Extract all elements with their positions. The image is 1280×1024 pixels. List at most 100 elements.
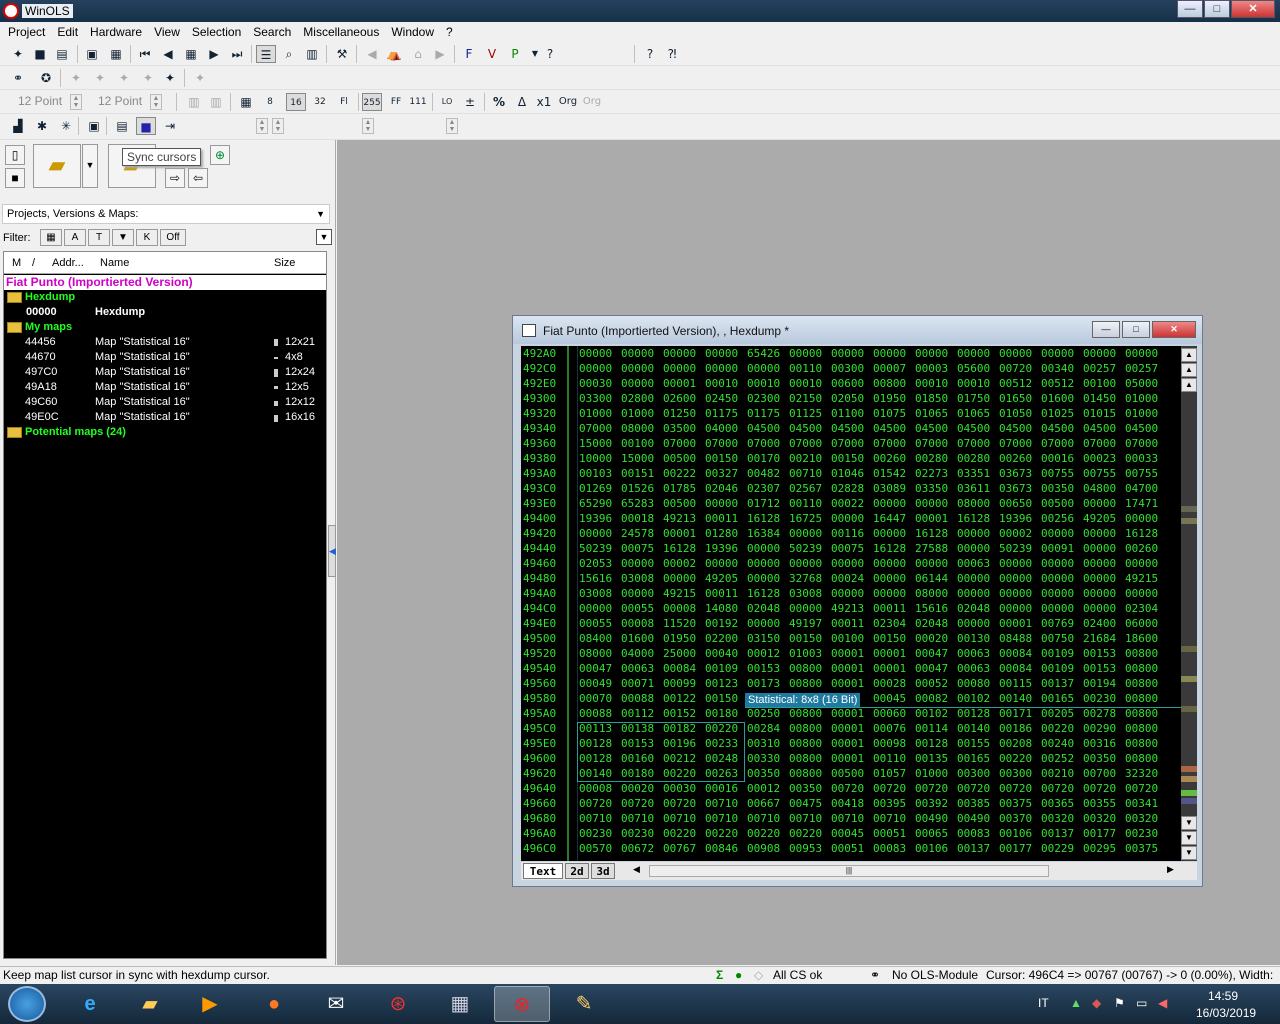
hex-value[interactable]: 25000 <box>663 646 696 661</box>
hex-value[interactable]: 49197 <box>789 616 822 631</box>
hex-value[interactable]: 01046 <box>831 466 864 481</box>
hex-value[interactable]: 02828 <box>831 481 864 496</box>
next-map-icon[interactable]: ▶ <box>204 45 224 63</box>
hex-value[interactable]: 00280 <box>957 451 990 466</box>
hex-value[interactable]: 00128 <box>957 706 990 721</box>
hex-value[interactable]: 00170 <box>747 451 780 466</box>
hex-value[interactable]: 01542 <box>873 466 906 481</box>
hex-value[interactable]: 00375 <box>1125 841 1158 856</box>
hex-value[interactable]: 00000 <box>663 571 696 586</box>
hex-value[interactable]: 49205 <box>705 571 738 586</box>
hex-value[interactable]: 49215 <box>1125 571 1158 586</box>
hex-value[interactable]: 00260 <box>999 451 1032 466</box>
hex-value[interactable]: 00230 <box>579 826 612 841</box>
hex-value[interactable]: 00600 <box>831 376 864 391</box>
wand-icon[interactable]: ✳ <box>56 117 76 135</box>
hex-value[interactable]: 00720 <box>1125 781 1158 796</box>
hex-icon[interactable]: FF <box>386 93 406 111</box>
hex-value[interactable]: 00047 <box>579 661 612 676</box>
hex-value[interactable]: 00767 <box>663 841 696 856</box>
hex-value[interactable]: 00028 <box>873 676 906 691</box>
org-diff-icon[interactable]: Org <box>582 93 602 111</box>
hex-value[interactable]: 00011 <box>831 616 864 631</box>
hex-value[interactable]: 00000 <box>747 616 780 631</box>
col-size[interactable]: Size <box>274 257 295 269</box>
hex-value[interactable]: 00000 <box>705 556 738 571</box>
scroll-bottom-icon[interactable]: ▼ <box>1181 846 1197 860</box>
hex-value[interactable]: 03300 <box>579 391 612 406</box>
hex-value[interactable]: 00063 <box>621 661 654 676</box>
close-button[interactable]: ✕ <box>1231 0 1275 18</box>
hex-value[interactable]: 01000 <box>579 406 612 421</box>
help-icon[interactable]: ? <box>640 45 660 63</box>
folder-potential-maps[interactable]: Potential maps (24) <box>4 425 326 440</box>
hex-value[interactable]: 00320 <box>1125 811 1158 826</box>
hex-value[interactable]: 00000 <box>1041 586 1074 601</box>
winols-task-icon[interactable]: ⊗ <box>494 986 550 1022</box>
hex-value[interactable]: 00500 <box>663 496 696 511</box>
hex-value[interactable]: 15000 <box>621 451 654 466</box>
hex-value[interactable]: 00240 <box>1041 736 1074 751</box>
hex-value[interactable]: 00512 <box>1041 376 1074 391</box>
spinner-b[interactable]: ▲ ▼ <box>272 118 284 134</box>
hex-value[interactable]: 06144 <box>915 571 948 586</box>
hex-value[interactable]: 00000 <box>747 571 780 586</box>
hex-value[interactable]: 02450 <box>705 391 738 406</box>
sync-cursors-icon[interactable]: ■ <box>136 117 156 135</box>
context-help-icon[interactable]: ⁈ <box>662 45 682 63</box>
hex-value[interactable]: 00720 <box>1041 781 1074 796</box>
scroll-top-icon[interactable]: ▲ <box>1181 348 1197 362</box>
hex-value[interactable]: 00165 <box>1041 691 1074 706</box>
menu-search[interactable]: Search <box>247 22 297 42</box>
hex-value[interactable]: 00001 <box>831 736 864 751</box>
hex-value[interactable]: 00000 <box>1083 571 1116 586</box>
lohi-icon[interactable]: LO <box>437 93 457 111</box>
hex-value[interactable]: 00720 <box>579 796 612 811</box>
hex-value[interactable]: 04500 <box>957 421 990 436</box>
hex-value[interactable]: 00210 <box>789 451 822 466</box>
hex-value[interactable]: 10000 <box>579 451 612 466</box>
wizard-icon[interactable]: ✦ <box>8 45 28 63</box>
hex-value[interactable]: 00001 <box>831 646 864 661</box>
child-maximize-button[interactable]: □ <box>1122 321 1150 338</box>
filter-b-icon[interactable]: A <box>64 229 86 246</box>
hex-value[interactable]: 00720 <box>831 781 864 796</box>
project-tree[interactable]: M / Addr... Name Size Fiat Punto (Import… <box>3 251 327 959</box>
volume-muted-icon[interactable]: ◀ <box>1158 996 1167 1010</box>
project-row[interactable]: Fiat Punto (Importierted Version) <box>4 275 326 290</box>
hex-value[interactable]: 01000 <box>621 406 654 421</box>
hex-value[interactable]: 01600 <box>621 631 654 646</box>
forward-icon[interactable]: ▶ <box>430 45 450 63</box>
menu-window[interactable]: Window <box>385 22 440 42</box>
hex-value[interactable]: 00123 <box>705 676 738 691</box>
percent-icon[interactable]: % <box>489 93 509 111</box>
window-grid-icon[interactable]: ▦ <box>106 45 126 63</box>
col-name[interactable]: Name <box>100 257 129 269</box>
hex-value[interactable]: 00000 <box>747 361 780 376</box>
hex-value[interactable]: 00084 <box>999 646 1032 661</box>
hex-value[interactable]: 04500 <box>873 421 906 436</box>
tool-d-icon[interactable]: ✦ <box>138 69 158 87</box>
hex-value[interactable]: 00710 <box>873 811 906 826</box>
hex-value[interactable]: 03350 <box>915 481 948 496</box>
hex-value[interactable]: 00260 <box>1125 541 1158 556</box>
tool-e-icon[interactable]: ✦ <box>160 69 180 87</box>
tab-3d[interactable]: 3d <box>591 863 615 879</box>
hex-value[interactable]: 00000 <box>789 526 822 541</box>
hex-value[interactable]: 00800 <box>789 706 822 721</box>
hex-value[interactable]: 00152 <box>663 706 696 721</box>
font-size-1-spinner[interactable]: ▲ ▼ <box>70 94 82 110</box>
map-list-item[interactable]: 49E0C Map "Statistical 16" 16x16 <box>4 410 326 425</box>
language-indicator[interactable]: IT <box>1038 996 1049 1010</box>
back-icon[interactable]: ◀ <box>362 45 382 63</box>
import-icon[interactable]: ⇦ <box>188 168 208 188</box>
filter-off-button[interactable]: Off <box>160 229 186 246</box>
hex-value[interactable]: 00710 <box>621 811 654 826</box>
hex-value[interactable]: 00710 <box>705 811 738 826</box>
hex-value[interactable]: 01785 <box>663 481 696 496</box>
filter-e-icon[interactable]: K <box>136 229 158 246</box>
hex-value[interactable]: 00257 <box>1083 361 1116 376</box>
hex-value[interactable]: 02046 <box>705 481 738 496</box>
hex-value[interactable]: 49213 <box>663 511 696 526</box>
hex-value[interactable]: 07000 <box>789 436 822 451</box>
